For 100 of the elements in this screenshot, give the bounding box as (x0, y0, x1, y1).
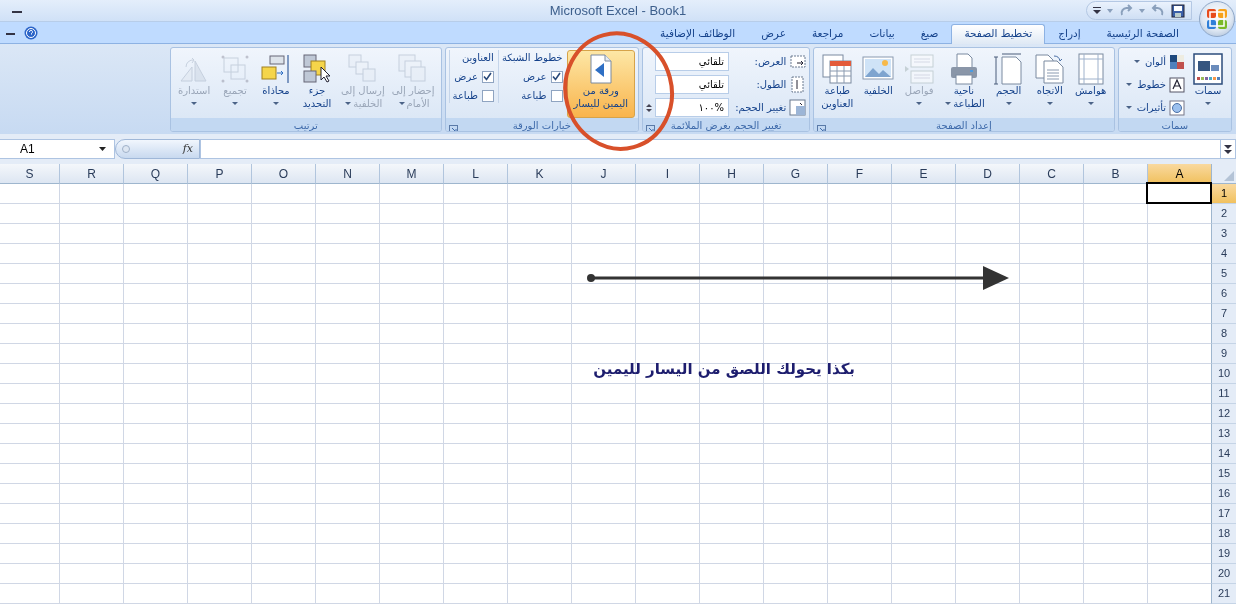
column-header[interactable]: E (891, 164, 955, 184)
spin-field[interactable]: %١٠٠ (655, 98, 730, 117)
column-header[interactable]: A (1147, 164, 1211, 184)
row-header[interactable]: 12 (1211, 404, 1236, 424)
ribbon-button[interactable]: طباعة العناوين (817, 50, 858, 118)
ribbon-button[interactable]: محاذاة (256, 50, 297, 118)
ribbon-tab[interactable]: عرض (748, 24, 799, 44)
column-header[interactable]: G (763, 164, 827, 184)
ribbon-button[interactable]: جزء التحديد (297, 50, 338, 118)
column-header[interactable]: P (187, 164, 251, 184)
dialog-launcher-icon[interactable] (817, 124, 827, 131)
row-header[interactable]: 16 (1211, 484, 1236, 504)
ribbon-tab[interactable]: إدراج (1045, 24, 1094, 44)
active-cell[interactable] (1146, 182, 1212, 204)
field-label: العرض: (754, 55, 787, 69)
page-break-icon (903, 53, 936, 85)
insert-function-button[interactable]: fx (182, 140, 193, 158)
ribbon-button[interactable]: الحجم (988, 50, 1029, 118)
row-header[interactable]: 17 (1211, 504, 1236, 524)
column-header[interactable]: S (0, 164, 59, 184)
ribbon-tab[interactable]: صيغ (907, 24, 952, 44)
ribbon-button[interactable]: هوامش (1070, 50, 1111, 118)
group-title: تغيير الحجم بغرض الملائمة (670, 119, 782, 131)
row-header[interactable]: 10 (1211, 364, 1236, 384)
ribbon-button[interactable]: ورقة من اليمين لليسار (566, 50, 636, 118)
name-box[interactable]: A1 (0, 139, 115, 159)
row-header[interactable]: 7 (1211, 304, 1236, 324)
formula-field[interactable] (200, 139, 1221, 159)
expand-icon (1224, 144, 1232, 154)
ribbon-tab[interactable]: بيانات (856, 24, 908, 44)
checkbox[interactable] (550, 89, 563, 102)
row-header[interactable]: 1 (1211, 184, 1236, 204)
column-header[interactable]: K (507, 164, 571, 184)
column-header[interactable]: H (699, 164, 763, 184)
row-header[interactable]: 8 (1211, 324, 1236, 344)
row-header[interactable]: 3 (1211, 224, 1236, 244)
customize-icon (1093, 7, 1101, 14)
dialog-launcher-icon[interactable] (646, 124, 656, 131)
ribbon-tab[interactable]: تخطيط الصفحة (951, 24, 1046, 44)
caret-icon (1046, 102, 1053, 105)
column-header[interactable]: B (1083, 164, 1147, 184)
column-header[interactable]: J (571, 164, 635, 184)
ribbon-button[interactable]: ناحية الطباعة (940, 50, 988, 118)
ribbon-tab[interactable]: الصفحة الرئيسية (1093, 24, 1192, 44)
row-header[interactable]: 14 (1211, 444, 1236, 464)
row-header[interactable]: 2 (1211, 204, 1236, 224)
column-header[interactable]: C (1019, 164, 1083, 184)
checkbox-option[interactable]: طباعة (452, 88, 494, 103)
column-header[interactable]: L (443, 164, 507, 184)
caret-icon (398, 102, 405, 105)
caret-icon (1126, 83, 1133, 86)
row-header[interactable]: 19 (1211, 544, 1236, 564)
checkbox[interactable] (550, 70, 563, 83)
column-header[interactable]: O (251, 164, 315, 184)
ribbon-tab[interactable]: الوظائف الإضافية (647, 24, 749, 44)
group-title: سمات (1161, 119, 1189, 131)
redo-icon (1119, 3, 1133, 18)
ribbon-button[interactable]: سمات (1188, 50, 1228, 118)
ribbon-button[interactable]: ألوان (1121, 51, 1187, 72)
row-header[interactable]: 13 (1211, 424, 1236, 444)
caret-icon (1139, 8, 1145, 13)
circle-icon (1169, 99, 1185, 116)
ribbon-tab[interactable]: مراجعة (798, 24, 857, 44)
caret-icon (232, 102, 239, 105)
column-header[interactable]: D (955, 164, 1019, 184)
row-header[interactable]: 9 (1211, 344, 1236, 364)
row-header[interactable]: 6 (1211, 284, 1236, 304)
ribbon-button[interactable]: خطوط (1121, 74, 1187, 95)
row-header[interactable]: 20 (1211, 564, 1236, 584)
row-header[interactable]: 15 (1211, 464, 1236, 484)
column-header[interactable]: I (635, 164, 699, 184)
ribbon-button[interactable]: الخلفية (858, 50, 899, 118)
option-heading: العناوين (460, 51, 494, 65)
checkbox[interactable] (481, 89, 494, 102)
ribbon-button[interactable]: الاتجاه (1029, 50, 1070, 118)
column-header[interactable]: N (315, 164, 379, 184)
row-header[interactable]: 18 (1211, 524, 1236, 544)
dropdown-field[interactable]: تلقائي (655, 52, 730, 71)
window-title: Microsoft Excel - Book1 (549, 1, 687, 20)
row-header[interactable]: 5 (1211, 264, 1236, 284)
checkbox[interactable] (481, 70, 494, 83)
expand-button[interactable] (1221, 139, 1236, 159)
row-header[interactable]: 4 (1211, 244, 1236, 264)
page-size-icon (992, 53, 1025, 85)
dropdown-field[interactable]: تلقائي (655, 75, 730, 94)
ribbon-button[interactable]: تأثيرات (1121, 97, 1187, 118)
caret-icon (945, 102, 952, 105)
caret-icon (916, 102, 923, 105)
dialog-launcher-icon[interactable] (448, 124, 458, 131)
row-header[interactable]: 21 (1211, 584, 1236, 604)
column-header[interactable]: M (379, 164, 443, 184)
checkbox-option[interactable]: طباعة (501, 88, 563, 103)
column-header[interactable]: F (827, 164, 891, 184)
column-header[interactable]: Q (123, 164, 187, 184)
group-title: خيارات الورقة (512, 119, 572, 131)
checkbox-option[interactable]: عرض (501, 69, 563, 84)
row-header[interactable]: 11 (1211, 384, 1236, 404)
table-pages-icon (821, 53, 854, 85)
checkbox-option[interactable]: عرض (452, 69, 494, 84)
column-header[interactable]: R (59, 164, 123, 184)
